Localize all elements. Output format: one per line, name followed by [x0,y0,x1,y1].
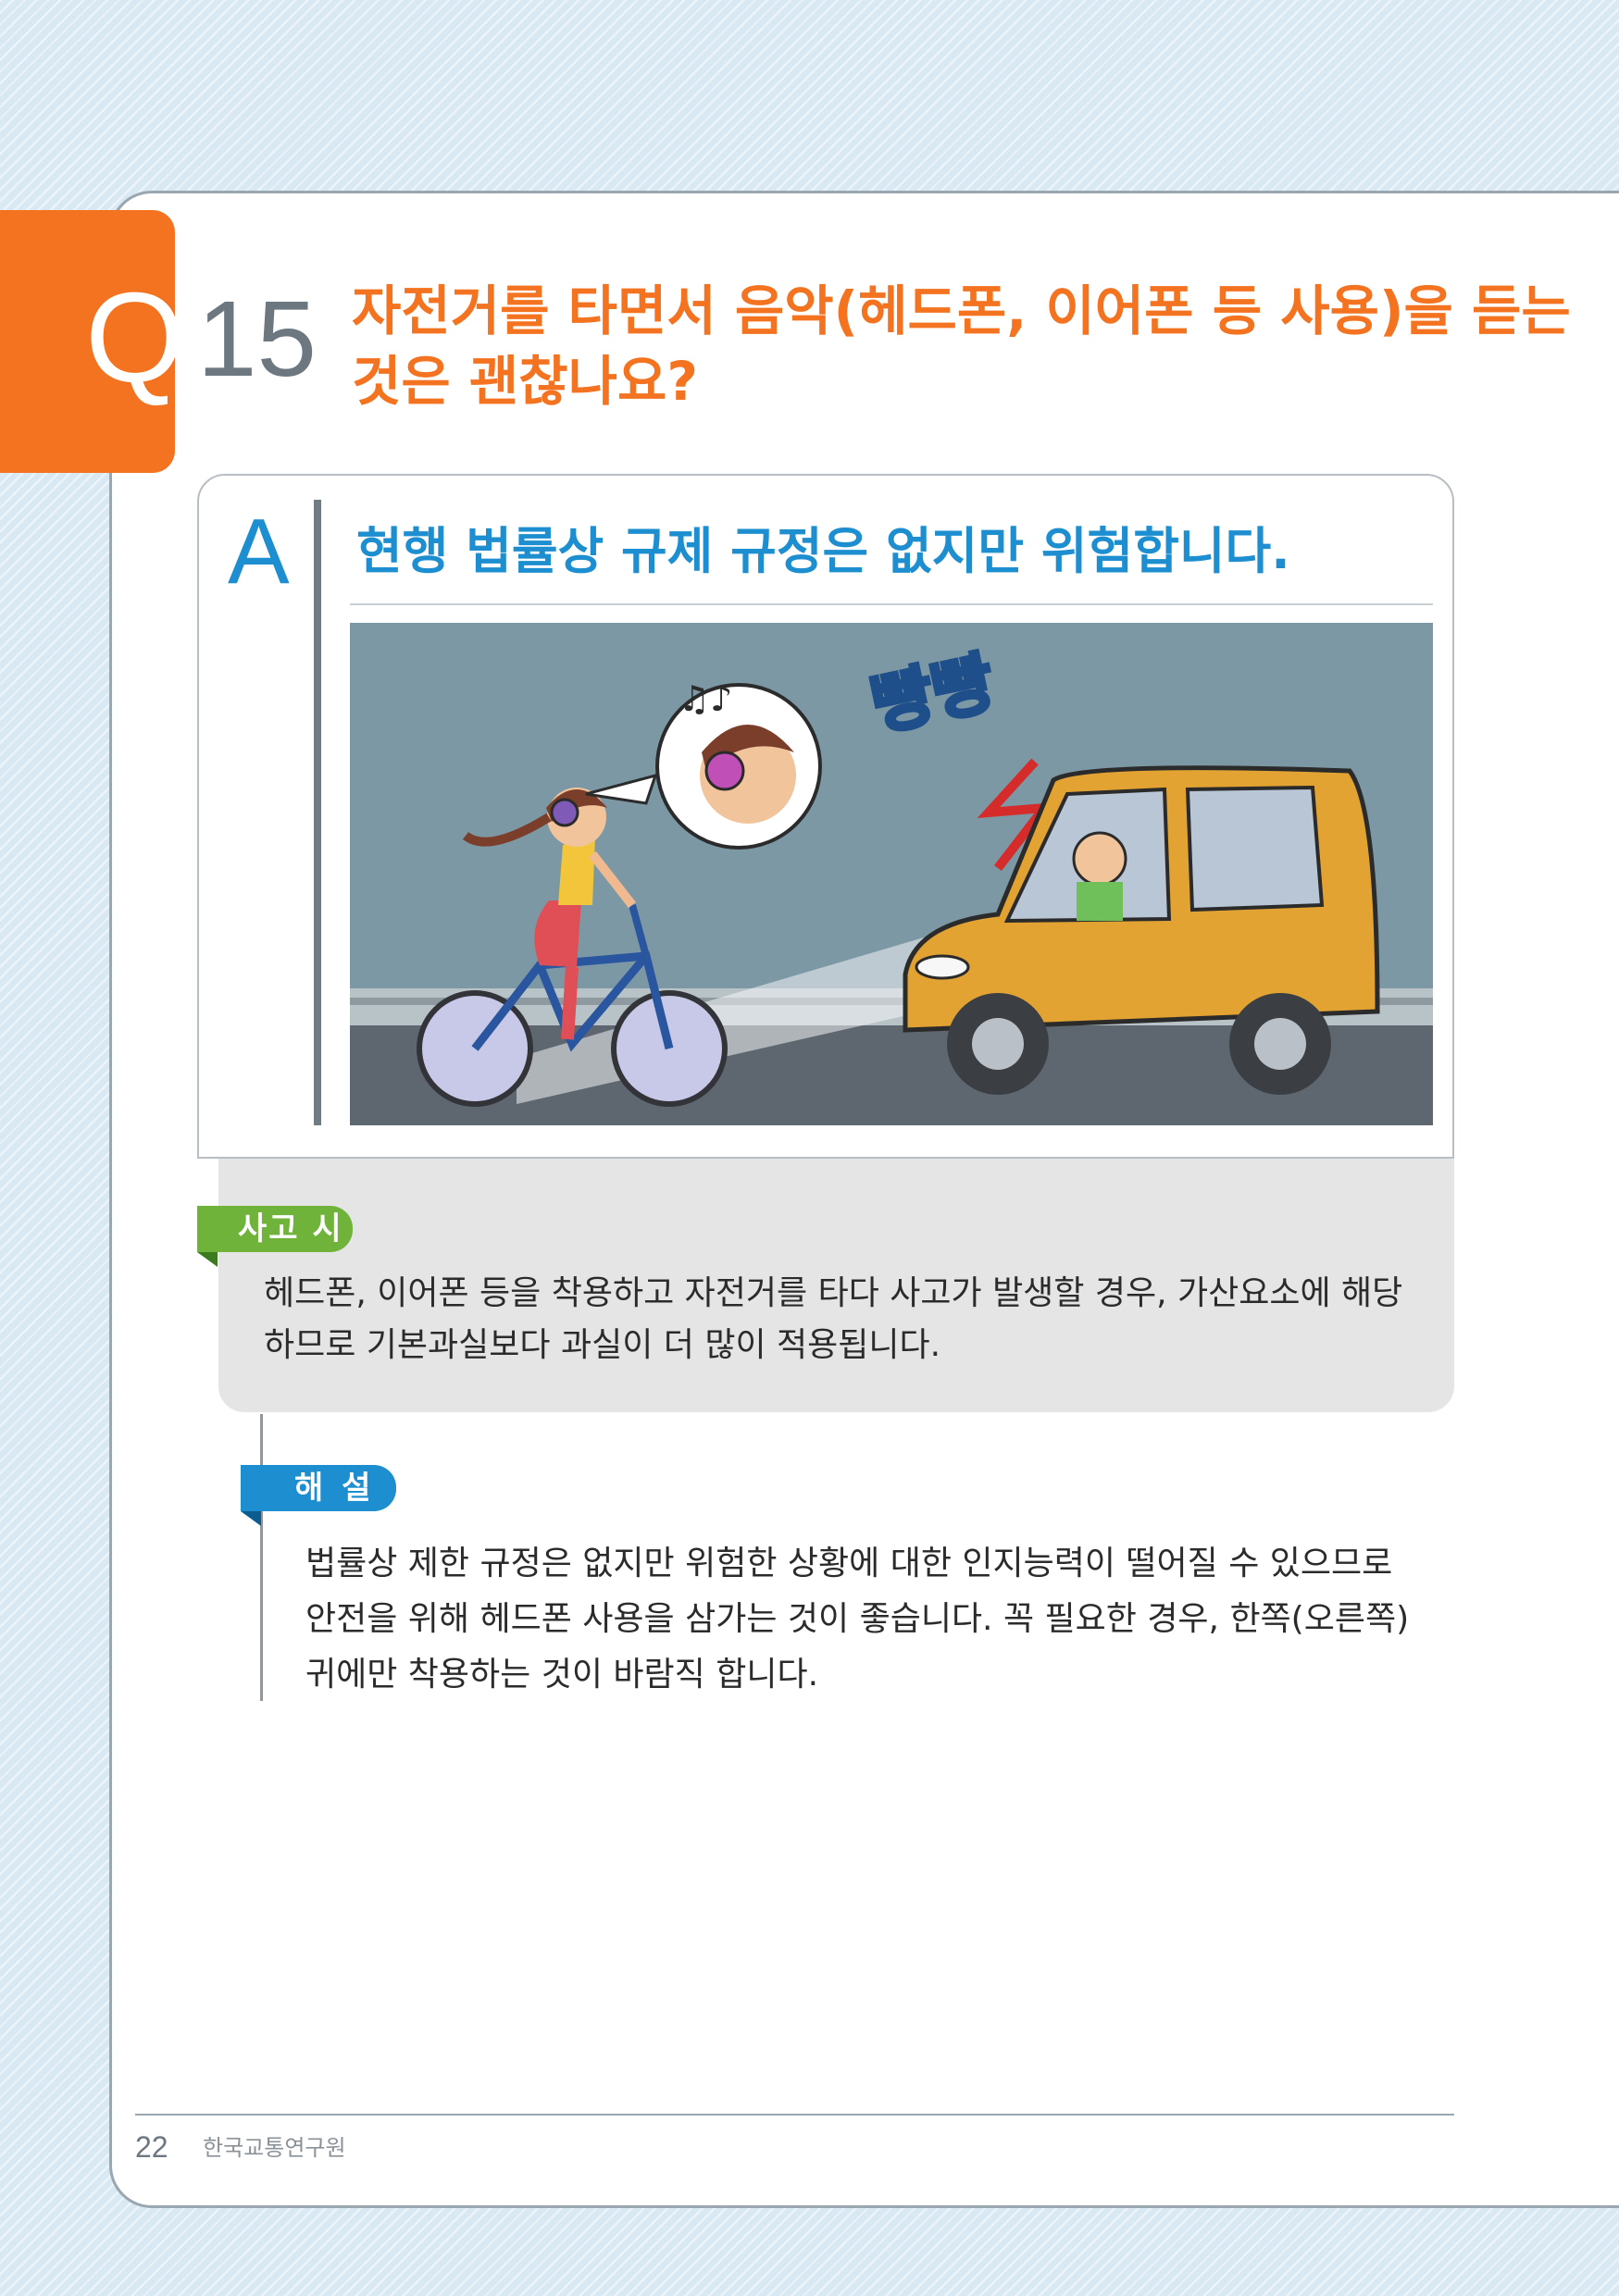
answer-vertical-bar [314,500,321,1125]
question-letter: Q [85,267,185,409]
footer-divider [135,2114,1454,2116]
question-title-line: 자전거를 타면서 음악(헤드폰, 이어폰 등 사용)을 듣는 [352,279,1571,342]
page-number: 22 [135,2130,168,2164]
question-title: 자전거를 타면서 음악(헤드폰, 이어폰 등 사용)을 듣는 것은 괜찮나요? [352,276,1571,416]
explanation-text: 법률상 제한 규정은 없지만 위험한 상황에 대한 인지능력이 떨어질 수 있으… [305,1536,1453,1703]
accident-text: 헤드폰, 이어폰 등을 착용하고 자전거를 타다 사고가 발생할 경우, 가산요… [264,1268,1430,1371]
music-note-icon: ♫♪ [679,678,732,719]
illustration: ♫♪ 빵빵 [350,623,1433,1125]
accident-text-line: 하므로 기본과실보다 과실이 더 많이 적용됩니다. [264,1326,941,1364]
accident-label: 사고 시 [197,1206,353,1252]
question-title-line: 것은 괜찮나요? [352,350,698,413]
accident-label-fold [197,1252,218,1267]
answer-title: 현행 법률상 규제 규정은 없지만 위험합니다. [356,522,1290,580]
explanation-label-fold [241,1511,261,1526]
answer-divider [350,603,1433,605]
explanation-text-line: 안전을 위해 헤드폰 사용을 삼가는 것이 좋습니다. 꼭 필요한 경우, 한쪽… [305,1600,1410,1638]
answer-letter: A [228,500,290,603]
organization-name: 한국교통연구원 [203,2135,346,2161]
accident-text-line: 헤드폰, 이어폰 등을 착용하고 자전거를 타다 사고가 발생할 경우, 가산요… [264,1274,1403,1312]
explanation-label: 해 설 [241,1465,396,1511]
explanation-text-line: 법률상 제한 규정은 없지만 위험한 상황에 대한 인지능력이 떨어질 수 있으… [305,1545,1393,1582]
explanation-vertical-line [260,1414,263,1701]
question-number: 15 [197,279,318,399]
explanation-text-line: 귀에만 착용하는 것이 바람직 합니다. [305,1656,819,1694]
